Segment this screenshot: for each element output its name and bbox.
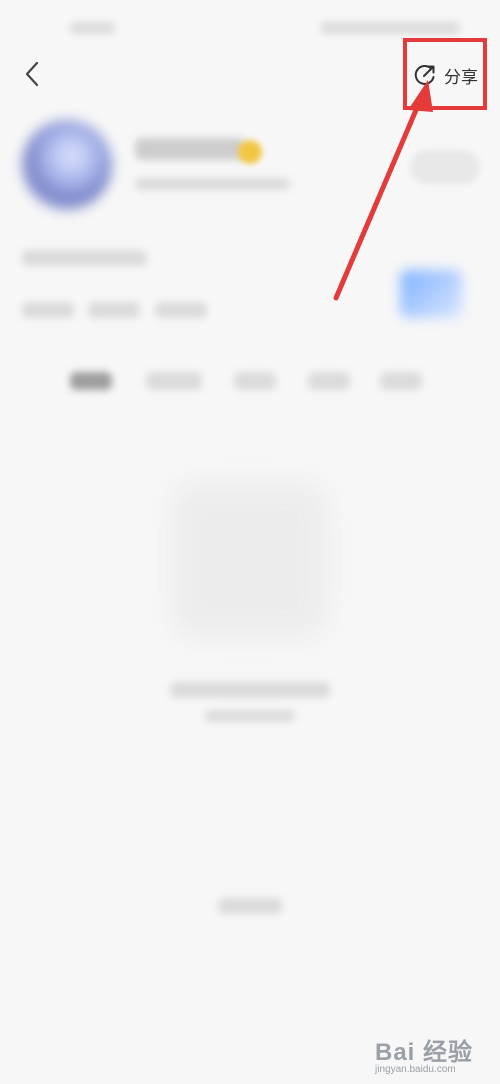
bottom-action-blur[interactable] [218,898,282,914]
tab-blur-4[interactable] [308,372,350,390]
user-badge [238,140,262,164]
tab-active-blur[interactable] [70,372,112,390]
back-button[interactable] [18,58,48,90]
empty-state-illustration [170,480,330,640]
avatar[interactable] [22,120,112,210]
watermark-logo: Bai 经验 [375,1039,474,1066]
stat-blur-1 [22,302,74,318]
user-subtitle-blur [135,178,290,190]
stat-blur-2 [88,302,140,318]
watermark-site: jingyan.baidu.com [375,1064,456,1075]
status-time-blur [70,22,115,34]
stat-blur-3 [155,302,207,318]
follow-button[interactable] [410,150,480,184]
share-highlight-box [403,38,487,110]
bio-blur [22,250,147,266]
status-icons-blur [320,22,460,34]
tab-blur-5[interactable] [380,372,422,390]
username-blur [135,138,245,160]
tab-blur-2[interactable] [146,372,202,390]
tab-blur-3[interactable] [234,372,276,390]
empty-state-subtitle-blur [205,710,295,722]
baidu-watermark: Bai 经验 jingyan.baidu.com [375,1030,495,1080]
cover-thumbnail[interactable] [400,270,462,318]
empty-state-title-blur [170,682,330,698]
chevron-left-icon [25,61,39,87]
